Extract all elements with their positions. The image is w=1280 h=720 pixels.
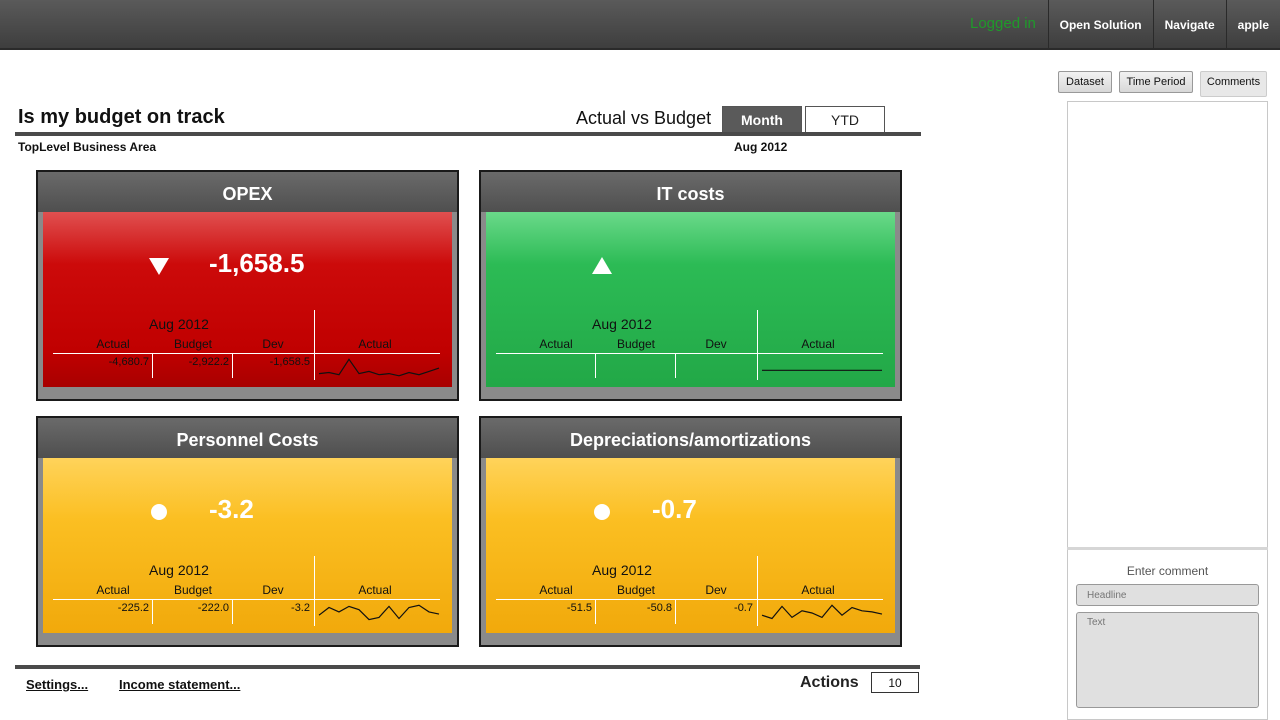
tile-divider-vertical [314,556,315,626]
tab-comments[interactable]: Comments [1200,71,1267,97]
tile-value: -0.7 [652,494,697,524]
budget-value-cell: -50.8 [596,600,676,624]
top-bar: Logged in Open Solution Navigate apple [0,0,1280,50]
sparkline-series [318,604,440,621]
actual-value-cell: -4,680.7 [73,354,153,378]
tab-time-period[interactable]: Time Period [1119,71,1193,93]
top-nav: Open Solution Navigate apple [1047,0,1280,50]
col-budget-label: Budget [616,337,656,351]
col-trend-label: Actual [801,583,835,597]
sparkline [762,369,882,371]
tile-value: -3.2 [209,494,254,524]
col-actual-label: Actual [539,337,573,351]
kpi-tile[interactable]: OPEX -1,658.5 Aug 2012 Actual Budget Dev Actua… [36,170,459,401]
header-divider [15,132,921,136]
tile-body: Aug 2012 Actual Budget Dev Actual [486,212,895,387]
col-budget-label: Budget [173,583,213,597]
tile-title: IT costs [481,172,900,212]
tile-title: Personnel Costs [38,418,457,458]
user-menu-button[interactable]: apple [1225,0,1280,50]
kpi-tile[interactable]: Personnel Costs -3.2 Aug 2012 Actual Budget D… [36,416,459,647]
comparison-label: Actual vs Budget [576,108,712,128]
comment-text-input[interactable] [1076,612,1259,708]
sparkline [318,604,440,621]
login-status: Logged in [970,15,1036,32]
sparkline [318,358,440,377]
budget-value-cell: -2,922.2 [153,354,233,378]
kpi-tile[interactable]: Depreciations/amortizations -0.7 Aug 2012 A… [479,416,902,647]
tile-period: Aug 2012 [592,316,652,332]
settings-link[interactable]: Settings... [26,677,88,692]
tile-title: Depreciations/amortizations [481,418,900,458]
actual-value-cell [516,354,596,378]
col-actual-label: Actual [96,583,130,597]
col-budget-label: Budget [616,583,656,597]
tile-title: OPEX [38,172,457,212]
actual-value-cell: -51.5 [516,600,596,624]
headline-input[interactable] [1076,584,1259,606]
open-solution-button[interactable]: Open Solution [1047,0,1153,50]
tile-divider-vertical [314,310,315,380]
tile-period: Aug 2012 [149,562,209,578]
col-trend-label: Actual [801,337,835,351]
actual-value-cell: -225.2 [73,600,153,624]
actions-label: Actions [800,674,859,691]
budget-value-cell [596,354,676,378]
footer-divider [15,665,920,669]
sparkline-series [761,604,883,620]
tab-dataset[interactable]: Dataset [1058,71,1112,93]
circle-icon [151,504,167,520]
col-trend-label: Actual [358,583,392,597]
period-label: Aug 2012 [734,140,788,154]
month-toggle[interactable]: Month [722,106,802,133]
up-triangle-icon [592,257,612,274]
kpi-tile[interactable]: IT costs Aug 2012 Actual Budget Dev Actual [479,170,902,401]
tile-divider-vertical [757,310,758,380]
tile-value: -1,658.5 [209,248,305,278]
tile-period: Aug 2012 [592,562,652,578]
col-dev-label: Dev [262,583,284,597]
page-title: Is my budget on track [18,106,225,128]
down-triangle-icon [149,258,169,275]
col-dev-label: Dev [705,583,727,597]
sparkline-series [318,358,440,377]
dev-value-cell: -3.2 [291,602,310,614]
budget-value-cell: -222.0 [153,600,233,624]
col-actual-label: Actual [539,583,573,597]
col-trend-label: Actual [358,337,392,351]
actions-count-badge[interactable]: 10 [871,672,919,693]
business-area-label: TopLevel Business Area [18,140,157,154]
tile-divider-vertical [757,556,758,626]
ytd-toggle[interactable]: YTD [805,106,885,133]
tile-period: Aug 2012 [149,316,209,332]
sparkline [761,604,883,620]
dev-value-cell: -1,658.5 [269,356,310,368]
col-dev-label: Dev [262,337,284,351]
comments-divider [1067,547,1268,550]
navigate-button[interactable]: Navigate [1152,0,1226,50]
dev-value-cell: -0.7 [734,602,753,614]
tile-body: -1,658.5 Aug 2012 Actual Budget Dev Actual -4,… [43,212,452,387]
circle-icon [594,504,610,520]
col-actual-label: Actual [96,337,130,351]
dev-value-cell [676,354,756,378]
tile-body: -3.2 Aug 2012 Actual Budget Dev Actual -225.2-… [43,458,452,633]
col-dev-label: Dev [705,337,727,351]
enter-comment-label: Enter comment [1126,564,1209,578]
col-budget-label: Budget [173,337,213,351]
income-statement-link[interactable]: Income statement... [119,677,240,692]
tile-body: -0.7 Aug 2012 Actual Budget Dev Actual -51.5 -5… [486,458,895,633]
